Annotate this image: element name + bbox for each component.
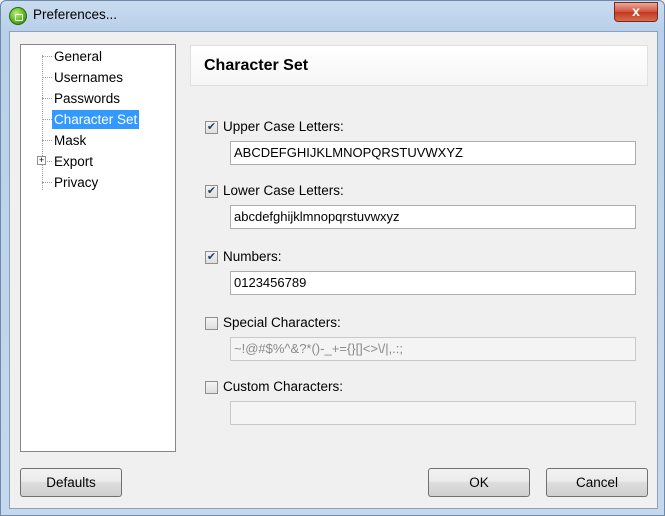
section-header: Character Set: [190, 45, 648, 86]
dialog-client-area: General Usernames Passwords Character Se…: [9, 31, 658, 509]
tree-item-general[interactable]: General: [21, 47, 175, 66]
tree-item-privacy[interactable]: Privacy: [21, 173, 175, 192]
app-icon: [9, 7, 27, 25]
tree-item-mask[interactable]: Mask: [21, 131, 175, 150]
lower-case-field[interactable]: abcdefghijklmnopqrstuvwxyz: [230, 205, 636, 229]
tree-item-label: Usernames: [54, 70, 124, 85]
special-characters-checkbox[interactable]: [205, 317, 218, 330]
tree-connector: [42, 119, 52, 120]
expand-plus-icon[interactable]: +: [37, 156, 46, 165]
close-button[interactable]: x: [614, 2, 658, 22]
tree-item-export[interactable]: + Export: [21, 152, 175, 171]
tree-item-passwords[interactable]: Passwords: [21, 89, 175, 108]
tree-item-label: Mask: [54, 133, 87, 148]
custom-characters-field: [230, 401, 636, 425]
tree-connector: [42, 98, 52, 99]
tree-item-character-set[interactable]: Character Set: [21, 110, 175, 129]
lower-case-label[interactable]: Lower Case Letters:: [223, 183, 344, 198]
tree-connector: [42, 182, 52, 183]
tree-connector: [42, 56, 52, 57]
tree-connector: [42, 140, 52, 141]
tree-item-label: Privacy: [54, 175, 99, 190]
cancel-button[interactable]: Cancel: [546, 468, 648, 497]
section-title: Character Set: [204, 57, 309, 74]
tree-item-label: General: [54, 49, 103, 64]
preferences-window: Preferences... x General Usernames Passw…: [0, 0, 665, 516]
tree-item-label: Character Set: [52, 110, 140, 129]
defaults-button[interactable]: Defaults: [20, 468, 122, 497]
custom-characters-checkbox[interactable]: [205, 381, 218, 394]
tree-item-label: Export: [54, 154, 94, 169]
lower-case-checkbox[interactable]: ✔: [205, 185, 218, 198]
ok-button[interactable]: OK: [428, 468, 530, 497]
upper-case-field[interactable]: ABCDEFGHIJKLMNOPQRSTUVWXYZ: [230, 141, 636, 165]
numbers-checkbox[interactable]: ✔: [205, 251, 218, 264]
special-characters-field: ~!@#$%^&?*()-_+={}[]<>\/|,.:;: [230, 337, 636, 361]
upper-case-checkbox[interactable]: ✔: [205, 121, 218, 134]
special-characters-label[interactable]: Special Characters:: [223, 315, 341, 330]
title-bar[interactable]: Preferences... x: [1, 1, 664, 31]
window-title: Preferences...: [33, 7, 118, 22]
numbers-label[interactable]: Numbers:: [223, 249, 282, 264]
custom-characters-label[interactable]: Custom Characters:: [223, 379, 343, 394]
tree-connector: [42, 77, 52, 78]
category-tree: General Usernames Passwords Character Se…: [20, 44, 176, 452]
tree-item-usernames[interactable]: Usernames: [21, 68, 175, 87]
upper-case-label[interactable]: Upper Case Letters:: [223, 119, 344, 134]
tree-item-label: Passwords: [54, 91, 121, 106]
numbers-field[interactable]: 0123456789: [230, 271, 636, 295]
